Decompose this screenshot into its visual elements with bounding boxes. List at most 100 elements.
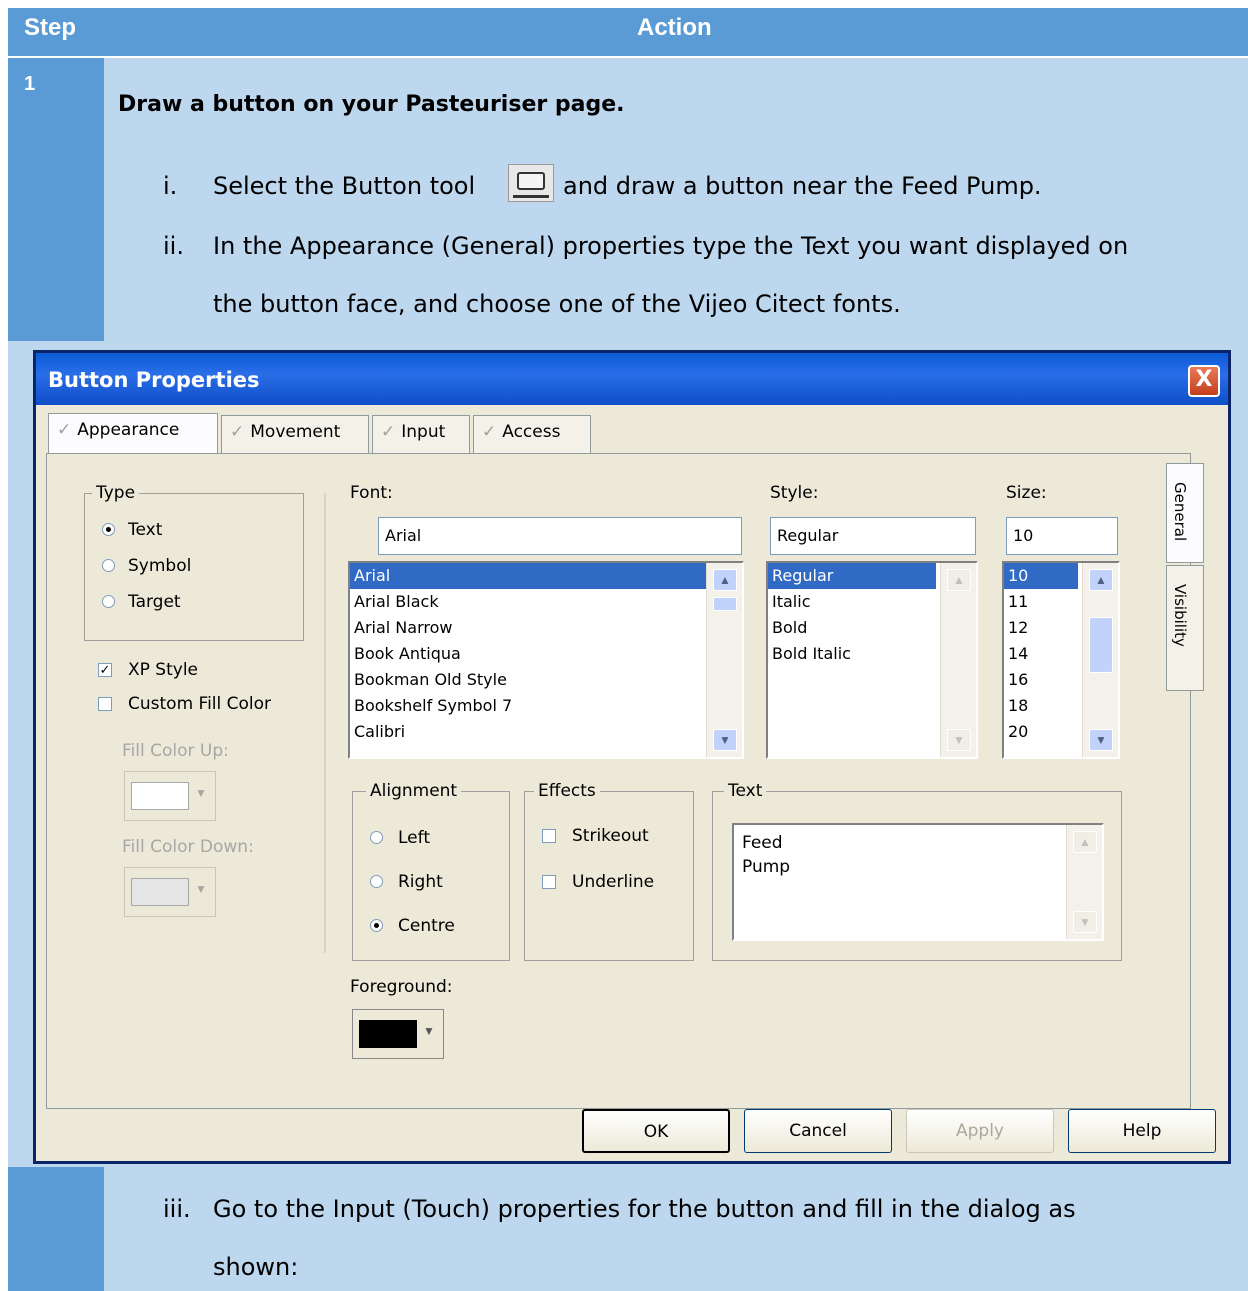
size-input[interactable]: 10 — [1006, 517, 1118, 555]
list-item[interactable]: Bookshelf Symbol 7 — [350, 693, 742, 719]
list-item[interactable]: Bookman Old Style — [350, 667, 742, 693]
alignment-group-label: Alignment — [366, 781, 462, 801]
xp-style-checkbox[interactable]: ✓ — [98, 663, 112, 677]
type-text-radio[interactable] — [102, 523, 115, 536]
font-input[interactable]: Arial — [378, 517, 742, 555]
size-list[interactable]: 10 11 12 14 16 18 20 ▲ ▼ — [1002, 561, 1120, 759]
item-text: shown: — [213, 1253, 299, 1281]
align-right-label: Right — [398, 872, 443, 892]
style-list[interactable]: Regular Italic Bold Bold Italic ▲ ▼ — [766, 561, 978, 759]
fill-color-up-picker[interactable]: ▼ — [124, 771, 216, 821]
style-list-scrollbar[interactable]: ▲ ▼ — [940, 563, 976, 757]
close-icon[interactable]: X — [1188, 365, 1220, 397]
check-icon: ✓ — [482, 422, 497, 442]
tab-label: Access — [502, 422, 561, 442]
underline-label: Underline — [572, 872, 655, 892]
align-centre-radio[interactable] — [370, 919, 383, 932]
ok-button[interactable]: OK — [582, 1109, 730, 1153]
strikeout-label: Strikeout — [572, 826, 649, 846]
item-number: i. — [163, 172, 178, 200]
align-right-radio[interactable] — [370, 875, 383, 888]
type-target-radio[interactable] — [102, 595, 115, 608]
list-item[interactable]: Regular — [768, 563, 936, 589]
scroll-down-icon[interactable]: ▼ — [713, 729, 737, 751]
list-item[interactable]: Arial — [350, 563, 742, 589]
tab-appearance[interactable]: ✓ Appearance — [48, 413, 218, 455]
help-button[interactable]: Help — [1068, 1109, 1216, 1153]
chevron-down-icon: ▼ — [195, 786, 207, 800]
tab-label: Appearance — [77, 420, 180, 440]
scroll-down-icon[interactable]: ▼ — [1089, 729, 1113, 751]
apply-button[interactable]: Apply — [906, 1109, 1054, 1153]
scroll-thumb[interactable] — [713, 597, 737, 611]
style-input[interactable]: Regular — [770, 517, 976, 555]
item-text: the button face, and choose one of the V… — [213, 290, 901, 318]
item-text: Select the Button tool — [213, 172, 476, 200]
step-cell — [8, 58, 104, 341]
foreground-swatch — [359, 1020, 417, 1048]
type-symbol-radio[interactable] — [102, 559, 115, 572]
scroll-up-icon[interactable]: ▲ — [713, 569, 737, 591]
list-item[interactable]: 10 — [1004, 563, 1078, 589]
fill-color-down-picker[interactable]: ▼ — [124, 867, 216, 917]
dialog-title: Button Properties — [48, 368, 260, 392]
list-item[interactable]: Arial Narrow — [350, 615, 742, 641]
side-tab-visibility[interactable]: Visibility — [1166, 565, 1204, 691]
tab-input[interactable]: ✓ Input — [372, 415, 470, 453]
scroll-up-icon[interactable]: ▲ — [1073, 831, 1097, 853]
cancel-button[interactable]: Cancel — [744, 1109, 892, 1153]
side-tab-label: General — [1171, 482, 1189, 542]
text-group-label: Text — [724, 781, 767, 801]
type-group-label: Type — [92, 483, 140, 503]
type-group — [84, 493, 304, 641]
side-tab-label: Visibility — [1171, 584, 1189, 647]
fill-color-up-label: Fill Color Up: — [122, 741, 229, 761]
tab-label: Movement — [250, 422, 341, 442]
type-text-label: Text — [128, 520, 163, 540]
text-line: Feed — [742, 833, 783, 853]
step-column-header: Step — [24, 14, 77, 41]
button-properties-dialog: Button Properties X ✓ Appearance ✓ Movemen… — [33, 350, 1231, 1164]
font-list-scrollbar[interactable]: ▲ ▼ — [706, 563, 742, 757]
foreground-color-picker[interactable]: ▼ — [352, 1009, 444, 1059]
strikeout-checkbox[interactable] — [542, 829, 556, 843]
item-text: Go to the Input (Touch) properties for t… — [213, 1195, 1076, 1223]
align-left-radio[interactable] — [370, 831, 383, 844]
dialog-titlebar[interactable]: Button Properties X — [36, 353, 1228, 405]
chevron-down-icon: ▼ — [195, 882, 207, 896]
list-item[interactable]: Book Antiqua — [350, 641, 742, 667]
table-header — [8, 8, 1248, 56]
font-list[interactable]: Arial Arial Black Arial Narrow Book Anti… — [348, 561, 744, 759]
text-line: Pump — [742, 857, 791, 877]
size-label: Size: — [1006, 483, 1047, 503]
divider — [324, 493, 326, 953]
check-icon: ✓ — [381, 422, 396, 442]
fill-color-down-label: Fill Color Down: — [122, 837, 254, 857]
action-column-header: Action — [637, 14, 712, 41]
list-item[interactable]: Calibri — [350, 719, 742, 745]
list-item[interactable]: Arial Black — [350, 589, 742, 615]
type-target-label: Target — [128, 592, 181, 612]
text-area[interactable]: Feed Pump ▲ ▼ — [732, 823, 1104, 941]
scroll-up-icon[interactable]: ▲ — [1089, 569, 1113, 591]
check-icon: ✓ — [230, 422, 245, 442]
size-list-scrollbar[interactable]: ▲ ▼ — [1082, 563, 1118, 757]
scroll-down-icon[interactable]: ▼ — [947, 729, 971, 751]
scroll-thumb[interactable] — [1089, 617, 1113, 673]
side-tab-general[interactable]: General — [1166, 463, 1204, 563]
scroll-down-icon[interactable]: ▼ — [1073, 911, 1097, 933]
chevron-down-icon: ▼ — [423, 1024, 435, 1038]
item-text: In the Appearance (General) properties t… — [213, 232, 1129, 260]
tab-access[interactable]: ✓ Access — [473, 415, 591, 453]
step-cell — [8, 1167, 104, 1291]
item-number: ii. — [163, 232, 184, 260]
custom-fill-checkbox[interactable] — [98, 697, 112, 711]
scroll-up-icon[interactable]: ▲ — [947, 569, 971, 591]
underline-checkbox[interactable] — [542, 875, 556, 889]
tab-movement[interactable]: ✓ Movement — [221, 415, 369, 453]
item-text: and draw a button near the Feed Pump. — [563, 172, 1042, 200]
font-label: Font: — [350, 483, 393, 503]
button-tool-icon — [508, 164, 554, 202]
effects-group-label: Effects — [534, 781, 600, 801]
text-area-scrollbar[interactable]: ▲ ▼ — [1066, 825, 1102, 939]
